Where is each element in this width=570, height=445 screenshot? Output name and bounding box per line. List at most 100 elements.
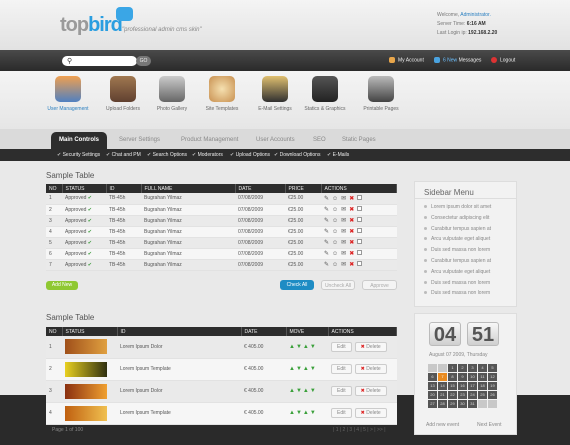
calendar-day[interactable] [478, 400, 487, 408]
calendar-day[interactable]: 24 [468, 391, 477, 399]
calendar-day[interactable]: 27 [428, 400, 437, 408]
sidebar-menu-item[interactable]: Duis sed massa non lorem [415, 280, 516, 291]
delete-icon[interactable]: ✖ [349, 251, 357, 257]
calendar-day[interactable] [438, 364, 447, 372]
tab-seo[interactable]: SEO [305, 132, 334, 149]
delete-icon[interactable]: ✖ [349, 262, 357, 268]
row-checkbox[interactable] [357, 228, 363, 233]
calendar-day[interactable]: 13 [428, 382, 437, 390]
tab-user-accounts[interactable]: User Accounts [248, 132, 303, 149]
edit-icon[interactable]: ✎ [324, 262, 332, 268]
delete-icon[interactable]: ✖ [349, 240, 357, 246]
tab-product-management[interactable]: Product Management [173, 132, 246, 149]
sidebar-menu-item[interactable]: Duis sed massa non lorem [415, 290, 516, 301]
calendar-day[interactable]: 17 [468, 382, 477, 390]
calendar-day[interactable]: 11 [478, 373, 487, 381]
module-printable-pages[interactable]: Printable Pages [359, 76, 403, 112]
calendar-day[interactable]: 16 [458, 382, 467, 390]
edit-button[interactable]: Edit [331, 386, 352, 396]
delete-button[interactable]: ✖ Delete [354, 386, 387, 396]
calendar-day[interactable]: 8 [448, 373, 457, 381]
mail-icon[interactable]: ✉ [341, 229, 349, 235]
tab-main-controls[interactable]: Main Controls [51, 132, 107, 149]
calendar-day[interactable]: 1 [448, 364, 457, 372]
edit-icon[interactable]: ✎ [324, 207, 332, 213]
user-icon[interactable]: ☺ [332, 240, 341, 246]
tab-static-pages[interactable]: Static Pages [334, 132, 384, 149]
row-checkbox[interactable] [357, 250, 363, 255]
module-email-settings[interactable]: E-Mail Settings [253, 76, 297, 112]
calendar-day[interactable]: 22 [448, 391, 457, 399]
row-checkbox[interactable] [357, 239, 363, 244]
user-icon[interactable]: ☺ [332, 262, 341, 268]
delete-icon[interactable]: ✖ [349, 229, 357, 235]
user-icon[interactable]: ☺ [332, 218, 341, 224]
calendar-day[interactable]: 31 [468, 400, 477, 408]
row-checkbox[interactable] [357, 217, 363, 222]
calendar-day[interactable] [488, 400, 497, 408]
calendar-day[interactable]: 2 [458, 364, 467, 372]
calendar-day[interactable]: 28 [438, 400, 447, 408]
logout-link[interactable]: Logout [491, 57, 515, 63]
calendar-day[interactable]: 9 [458, 373, 467, 381]
pagination[interactable]: | 1 | 2 | 3 | 4 | 5 | > | >> | [333, 427, 386, 433]
calendar-day[interactable]: 14 [438, 382, 447, 390]
delete-icon[interactable]: ✖ [349, 196, 357, 202]
thumbnail-image[interactable] [65, 339, 107, 355]
mail-icon[interactable]: ✉ [341, 218, 349, 224]
delete-icon[interactable]: ✖ [349, 218, 357, 224]
next-event-link[interactable]: Next Event [477, 422, 501, 428]
calendar-day[interactable]: 3 [468, 364, 477, 372]
tab-server-settings[interactable]: Server Settings [111, 132, 168, 149]
thumbnail-image[interactable] [65, 405, 107, 421]
calendar-day[interactable]: 26 [488, 391, 497, 399]
calendar-day[interactable]: 21 [438, 391, 447, 399]
logo[interactable]: topbird [60, 14, 123, 37]
user-icon[interactable]: ☺ [332, 229, 341, 235]
delete-icon[interactable]: ✖ [349, 207, 357, 213]
add-new-button[interactable]: Add New [46, 281, 78, 290]
edit-icon[interactable]: ✎ [324, 251, 332, 257]
edit-icon[interactable]: ✎ [324, 229, 332, 235]
calendar-day[interactable]: 6 [428, 373, 437, 381]
subnav-search-options[interactable]: Search Options [147, 152, 187, 158]
calendar-day[interactable]: 29 [448, 400, 457, 408]
calendar-day[interactable]: 15 [448, 382, 457, 390]
user-icon[interactable]: ☺ [332, 207, 341, 213]
subnav-upload-options[interactable]: Upload Options [230, 152, 270, 158]
sidebar-menu-item[interactable]: Curabitur tempus sapien at [415, 226, 516, 237]
mail-icon[interactable]: ✉ [341, 262, 349, 268]
uncheck-all-button[interactable]: Uncheck All [321, 280, 355, 290]
mail-icon[interactable]: ✉ [341, 196, 349, 202]
sidebar-menu-item[interactable]: Arcu vulputate eget aliquet [415, 236, 516, 247]
calendar-day[interactable]: 4 [478, 364, 487, 372]
module-photo-gallery[interactable]: Photo Gallery [150, 76, 194, 112]
calendar-day[interactable]: 30 [458, 400, 467, 408]
delete-button[interactable]: ✖ Delete [354, 408, 387, 418]
username[interactable]: Administrator. [460, 12, 491, 18]
module-upload-folders[interactable]: Upload Folders [101, 76, 145, 112]
delete-button[interactable]: ✖ Delete [354, 341, 387, 352]
row-checkbox[interactable] [357, 194, 363, 200]
mail-icon[interactable]: ✉ [341, 251, 349, 257]
add-event-link[interactable]: Add new event [426, 422, 459, 428]
messages-link[interactable]: 6 New Messages [434, 57, 481, 63]
edit-button[interactable]: Edit [331, 364, 352, 374]
sidebar-menu-item[interactable]: Lorem ipsum dolor sit amet [415, 204, 516, 215]
subnav-emails[interactable]: E-Mails [327, 152, 350, 158]
calendar-day[interactable]: 19 [488, 382, 497, 390]
thumbnail-image[interactable] [65, 383, 107, 399]
edit-button[interactable]: Edit [331, 408, 352, 418]
delete-button[interactable]: ✖ Delete [354, 364, 387, 374]
sidebar-menu-item[interactable]: Curabitur tempus sapien at [415, 258, 516, 269]
user-icon[interactable]: ☺ [332, 251, 341, 257]
mail-icon[interactable]: ✉ [341, 207, 349, 213]
calendar-day[interactable]: 25 [478, 391, 487, 399]
edit-icon[interactable]: ✎ [324, 240, 332, 246]
my-account-link[interactable]: My Account [389, 57, 424, 63]
subnav-security-settings[interactable]: Security Settings [57, 152, 101, 158]
sidebar-menu-item[interactable]: Consectetur adipiscing elit [415, 215, 516, 226]
user-icon[interactable]: ☺ [332, 196, 341, 202]
calendar-day[interactable]: 12 [488, 373, 497, 381]
calendar-day[interactable]: 18 [478, 382, 487, 390]
